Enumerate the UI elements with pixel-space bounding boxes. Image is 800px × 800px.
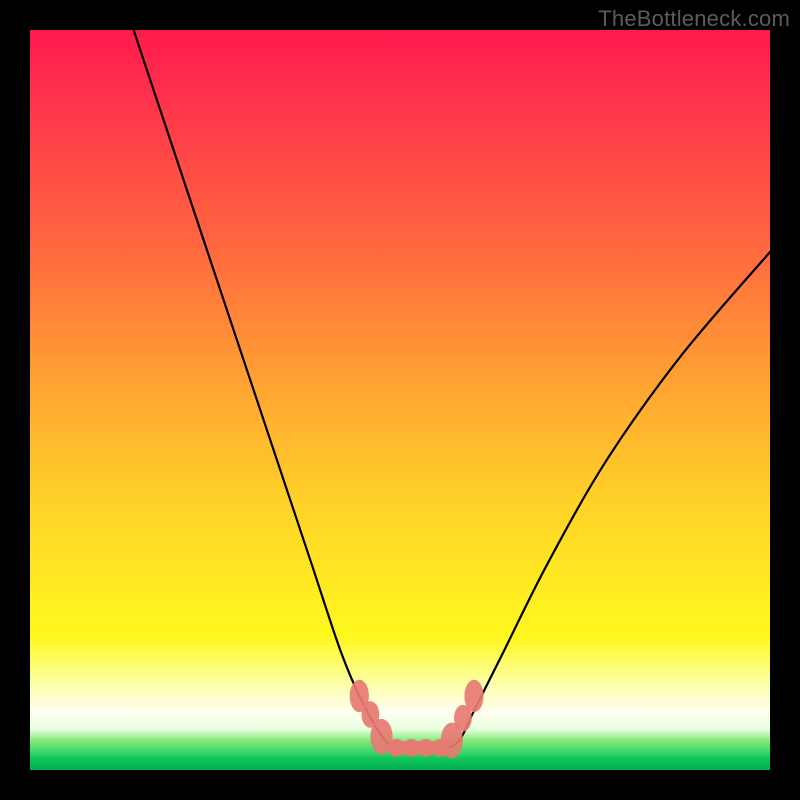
watermark-text: TheBottleneck.com (598, 6, 790, 32)
curve-marker (464, 680, 483, 713)
chart-frame: TheBottleneck.com (0, 0, 800, 800)
bottleneck-curve-svg (30, 30, 770, 770)
curve-markers (350, 680, 484, 759)
bottleneck-curve (134, 30, 770, 748)
plot-area (30, 30, 770, 770)
